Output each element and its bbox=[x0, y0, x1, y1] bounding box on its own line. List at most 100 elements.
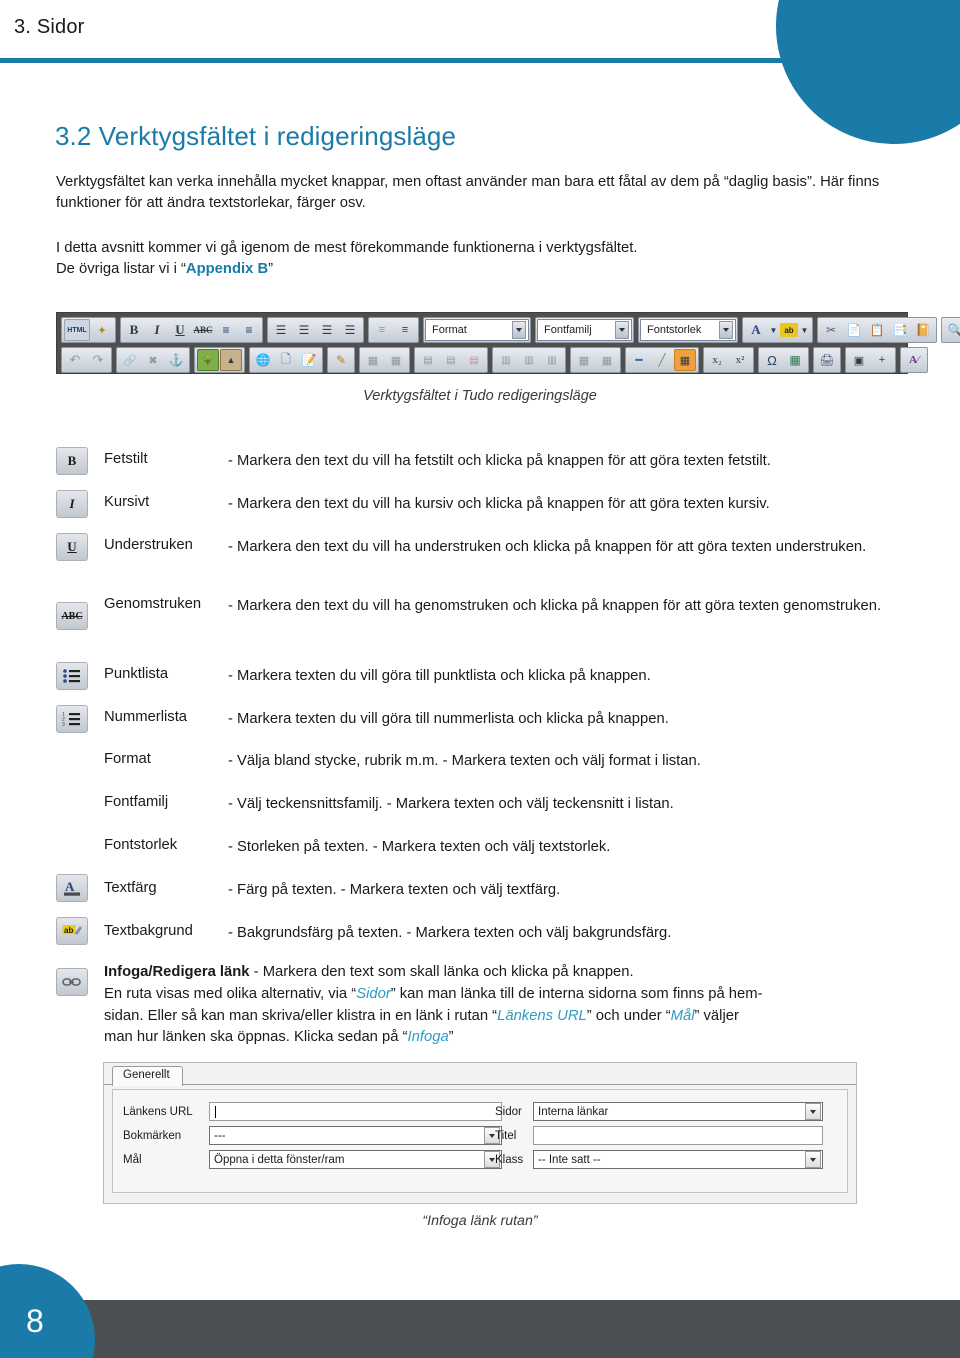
sidor-select[interactable]: Interna länkar bbox=[533, 1102, 823, 1121]
align-right-icon[interactable]: ☰ bbox=[316, 319, 338, 341]
insert-link-icon[interactable] bbox=[56, 968, 88, 996]
insert-link-l3c: ” väljer bbox=[694, 1007, 739, 1024]
toolbar-group-format: Format bbox=[423, 317, 531, 343]
fontfamily-select[interactable]: Fontfamilj bbox=[537, 319, 632, 341]
numbered-list-icon[interactable]: 1 2 3 bbox=[56, 705, 88, 733]
unlink-icon[interactable]: ✖ bbox=[142, 349, 164, 371]
anchor-icon[interactable]: ⚓ bbox=[165, 349, 187, 371]
search-replace-icon[interactable]: 🔍 bbox=[944, 319, 960, 341]
select-all-icon[interactable]: ▣ bbox=[848, 349, 870, 371]
toolbar-group-clipboard: ✂ 📄 📋 📑 📔 bbox=[817, 317, 937, 343]
redo-icon[interactable]: ↷ bbox=[87, 349, 109, 371]
italic-icon[interactable]: I bbox=[146, 319, 168, 341]
mal-link[interactable]: Mål bbox=[671, 1008, 695, 1024]
insert-plus-icon[interactable]: + bbox=[871, 349, 893, 371]
tab-generellt[interactable]: Generellt bbox=[112, 1066, 183, 1086]
bold-icon[interactable]: B bbox=[123, 319, 145, 341]
align-center-icon[interactable]: ☰ bbox=[293, 319, 315, 341]
cell-split-icon[interactable]: ▦ bbox=[573, 349, 595, 371]
insert-link-icon[interactable]: 🔗 bbox=[119, 349, 141, 371]
insert-image-icon[interactable]: 🌳 bbox=[197, 349, 219, 371]
bullet-list-icon[interactable] bbox=[56, 662, 88, 690]
appendix-b-link[interactable]: Appendix B bbox=[186, 261, 268, 277]
omega-special-char-icon[interactable]: Ω bbox=[761, 349, 783, 371]
new-document-icon[interactable]: 🗋 bbox=[275, 349, 297, 371]
spellcheck-icon[interactable]: A⁄ bbox=[903, 349, 925, 371]
cleanup-brush-icon[interactable]: ✦ bbox=[91, 319, 113, 341]
text-color-icon[interactable]: A bbox=[56, 874, 88, 902]
header-rule bbox=[0, 58, 893, 63]
lankens-url-input[interactable] bbox=[209, 1102, 502, 1121]
lankens-url-link[interactable]: Länkens URL bbox=[497, 1008, 587, 1024]
insert-link-l3a: sidan. Eller så kan man skriva/eller kli… bbox=[104, 1007, 498, 1024]
numbered-list-icon[interactable]: ≡ bbox=[238, 319, 260, 341]
fontsize-select[interactable]: Fontstorlek bbox=[640, 319, 736, 341]
insert-page-icon[interactable]: 🌐 bbox=[252, 349, 274, 371]
mal-select[interactable]: Öppna i detta fönster/ram bbox=[209, 1150, 502, 1169]
chevron-down-icon[interactable] bbox=[615, 321, 629, 339]
row-insert-before-icon[interactable]: ▤ bbox=[417, 349, 439, 371]
text-color-icon[interactable]: A bbox=[745, 319, 767, 341]
row-delete-icon[interactable]: ▤ bbox=[463, 349, 485, 371]
toolbar-group-link: 🔗 ✖ ⚓ bbox=[116, 347, 190, 373]
toolbar-row-1: HTML ✦ B I U ABC ≡ ≡ ☰ ☰ ☰ ☰ ≡ ≡ Format … bbox=[61, 316, 960, 344]
text-background-dropdown-icon[interactable]: ▼ bbox=[799, 319, 810, 341]
italic-icon[interactable]: I bbox=[56, 490, 88, 518]
outdent-icon[interactable]: ≡ bbox=[371, 319, 393, 341]
table-column-icon[interactable]: ▦ bbox=[385, 349, 407, 371]
column-insert-after-icon[interactable]: ▥ bbox=[518, 349, 540, 371]
undo-icon[interactable]: ↶ bbox=[64, 349, 86, 371]
align-justify-icon[interactable]: ☰ bbox=[339, 319, 361, 341]
superscript-icon[interactable]: x² bbox=[729, 349, 751, 371]
infoga-link[interactable]: Infoga bbox=[408, 1029, 449, 1045]
format-select[interactable]: Format bbox=[425, 319, 529, 341]
underline-icon[interactable]: U bbox=[169, 319, 191, 341]
table-row-icon[interactable]: ▦ bbox=[362, 349, 384, 371]
text-color-dropdown-icon[interactable]: ▼ bbox=[768, 319, 779, 341]
visual-aid-grid-icon[interactable]: ▦ bbox=[674, 349, 696, 371]
titel-input[interactable] bbox=[533, 1126, 823, 1145]
klass-select[interactable]: -- Inte satt -- bbox=[533, 1150, 823, 1169]
field-row-pages: Sidor Interna länkar bbox=[495, 1102, 823, 1121]
chevron-down-icon[interactable] bbox=[512, 321, 526, 339]
html-source-icon[interactable]: HTML bbox=[64, 319, 90, 341]
indent-icon[interactable]: ≡ bbox=[394, 319, 416, 341]
text-background-icon[interactable]: ab bbox=[56, 917, 88, 945]
bold-icon[interactable]: B bbox=[56, 447, 88, 475]
toolbar-group-indent: ≡ ≡ bbox=[368, 317, 419, 343]
chevron-down-icon[interactable] bbox=[805, 1103, 821, 1120]
chevron-down-icon[interactable] bbox=[805, 1151, 821, 1168]
svg-text:ab: ab bbox=[64, 926, 73, 935]
bokmarken-select[interactable]: --- bbox=[209, 1126, 502, 1145]
horizontal-rule-icon[interactable]: ━ bbox=[628, 349, 650, 371]
insert-link-l4a: man hur länken ska öppnas. Klicka sedan … bbox=[104, 1029, 408, 1046]
chevron-down-icon[interactable] bbox=[719, 321, 733, 339]
eraser-icon[interactable]: ╱ bbox=[651, 349, 673, 371]
column-insert-before-icon[interactable]: ▥ bbox=[495, 349, 517, 371]
toolbar-group-fontsize: Fontstorlek bbox=[638, 317, 738, 343]
sidor-link[interactable]: Sidor bbox=[356, 986, 391, 1002]
bullet-list-icon[interactable]: ≡ bbox=[215, 319, 237, 341]
paste-icon[interactable]: 📋 bbox=[866, 319, 888, 341]
row-insert-after-icon[interactable]: ▤ bbox=[440, 349, 462, 371]
intro-paragraph-1: Verktygsfältet kan verka innehålla mycke… bbox=[56, 174, 880, 211]
pencil-edit-icon[interactable]: ✎ bbox=[330, 349, 352, 371]
paste-word-icon[interactable]: 📔 bbox=[912, 319, 934, 341]
underline-icon[interactable]: U bbox=[56, 533, 88, 561]
list-item-term: Fontstorlek bbox=[104, 837, 178, 853]
subscript-icon[interactable]: x₂ bbox=[706, 349, 728, 371]
align-left-icon[interactable]: ☰ bbox=[270, 319, 292, 341]
print-icon[interactable]: 🖨 bbox=[816, 349, 838, 371]
strikethrough-icon[interactable]: ABC bbox=[56, 602, 88, 630]
text-background-icon[interactable]: ab bbox=[780, 323, 798, 337]
strikethrough-icon[interactable]: ABC bbox=[192, 319, 214, 341]
column-delete-icon[interactable]: ▥ bbox=[541, 349, 563, 371]
paste-text-icon[interactable]: 📑 bbox=[889, 319, 911, 341]
copy-icon[interactable]: 📄 bbox=[843, 319, 865, 341]
edit-document-icon[interactable]: 📝 bbox=[298, 349, 320, 371]
insert-media-strip-icon[interactable]: ▦ bbox=[784, 349, 806, 371]
cell-merge-icon[interactable]: ▦ bbox=[596, 349, 618, 371]
label-titel: Titel bbox=[495, 1129, 517, 1142]
cut-scissors-icon[interactable]: ✂ bbox=[820, 319, 842, 341]
insert-media-icon[interactable]: ▲ bbox=[220, 349, 242, 371]
